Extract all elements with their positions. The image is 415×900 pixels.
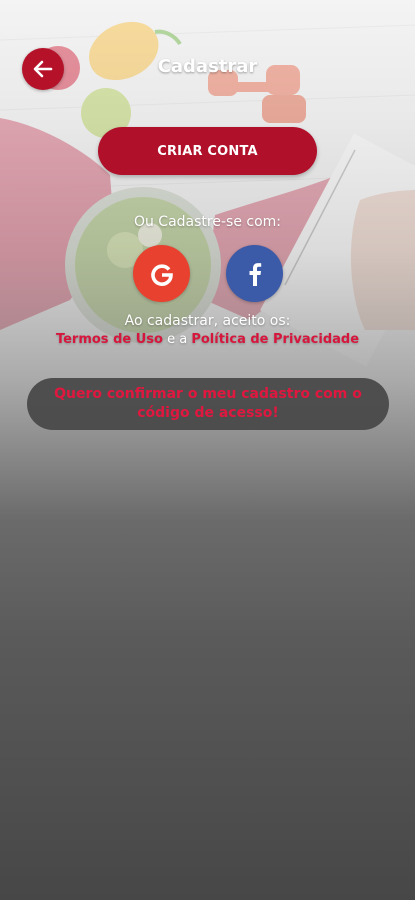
privacy-policy-link[interactable]: Política de Privacidade [191,332,359,347]
create-account-button[interactable]: CRIAR CONTA [98,127,317,175]
top-bar: Cadastrar [0,44,415,94]
terms-intro-text: Ao cadastrar, aceito os: [124,313,291,329]
google-signup-button[interactable] [133,245,190,302]
page-title: Cadastrar [157,56,258,77]
confirm-registration-button[interactable]: Quero confirmar o meu cadastro com o cód… [27,378,389,430]
facebook-icon [249,262,261,286]
social-signup-prompt: Ou Cadastre-se com: [133,214,282,230]
terms-line: Termos de Uso e a Política de Privacidad… [0,332,415,347]
register-screen: Cadastrar CRIAR CONTA Ou Cadastre-se com… [0,0,415,900]
facebook-signup-button[interactable] [226,245,283,302]
terms-of-use-link[interactable]: Termos de Uso [56,332,163,347]
terms-connector: e a [167,332,188,347]
google-icon [150,263,173,286]
